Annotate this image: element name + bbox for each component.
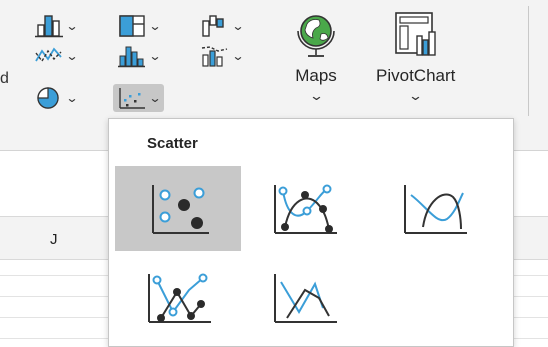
scatter-smooth-lines-markers-icon [274,184,337,234]
scatter-chart-icon [119,88,145,109]
scatter-flyout-menu: Scatter [108,118,514,347]
hierarchy-chart-button[interactable]: ⌄ [117,12,162,40]
column-chart-button[interactable]: ⌄ [34,12,79,40]
treemap-icon [119,15,145,37]
scatter-option-straight-lines[interactable] [241,255,367,340]
line-chart-button[interactable]: ⌄ [34,42,79,70]
chevron-down-icon: ⌄ [408,88,424,103]
chevron-down-icon: ⌄ [231,19,245,33]
scatter-smooth-lines-icon [404,184,467,234]
chevron-down-icon: ⌄ [65,19,79,33]
globe-icon [297,15,335,57]
group-separator [528,6,529,116]
scatter-chart-button[interactable]: ⌄ [113,84,165,112]
truncated-label: d [0,70,9,87]
chevron-down-icon: ⌄ [231,49,245,63]
chevron-down-icon: ⌄ [148,49,162,63]
line-chart-icon [35,47,62,63]
chevron-down-icon: ⌄ [65,91,79,105]
waterfall-chart-button[interactable]: ⌄ [200,12,245,40]
scatter-option-markers[interactable] [115,166,241,251]
pivotchart-label: PivotChart [376,66,456,85]
scatter-option-straight-lines-markers[interactable] [115,255,241,340]
flyout-title: Scatter [147,135,198,152]
chevron-down-icon: ⌄ [148,91,162,105]
pivotchart-button[interactable]: PivotChart ⌄ [376,10,455,104]
maps-label: Maps [295,66,337,85]
pie-chart-icon [37,87,59,109]
histogram-icon [118,46,145,68]
scatter-option-smooth-lines[interactable] [371,166,497,251]
chevron-down-icon: ⌄ [308,88,324,103]
chevron-down-icon: ⌄ [148,19,162,33]
maps-button[interactable]: Maps ⌄ [291,10,341,104]
chevron-down-icon: ⌄ [65,49,79,63]
scatter-markers-icon [152,184,209,234]
scatter-straight-lines-icon [274,273,337,323]
combo-chart-icon [201,46,228,67]
pivotchart-icon [394,12,436,56]
pie-chart-button[interactable]: ⌄ [34,84,79,112]
waterfall-icon [202,15,224,37]
column-header-j[interactable]: J [50,231,58,248]
scatter-option-smooth-lines-markers[interactable] [241,166,367,251]
column-chart-icon [35,15,63,38]
combo-chart-button[interactable]: ⌄ [200,42,245,70]
scatter-straight-lines-markers-icon [148,273,211,323]
statistic-chart-button[interactable]: ⌄ [117,42,162,70]
